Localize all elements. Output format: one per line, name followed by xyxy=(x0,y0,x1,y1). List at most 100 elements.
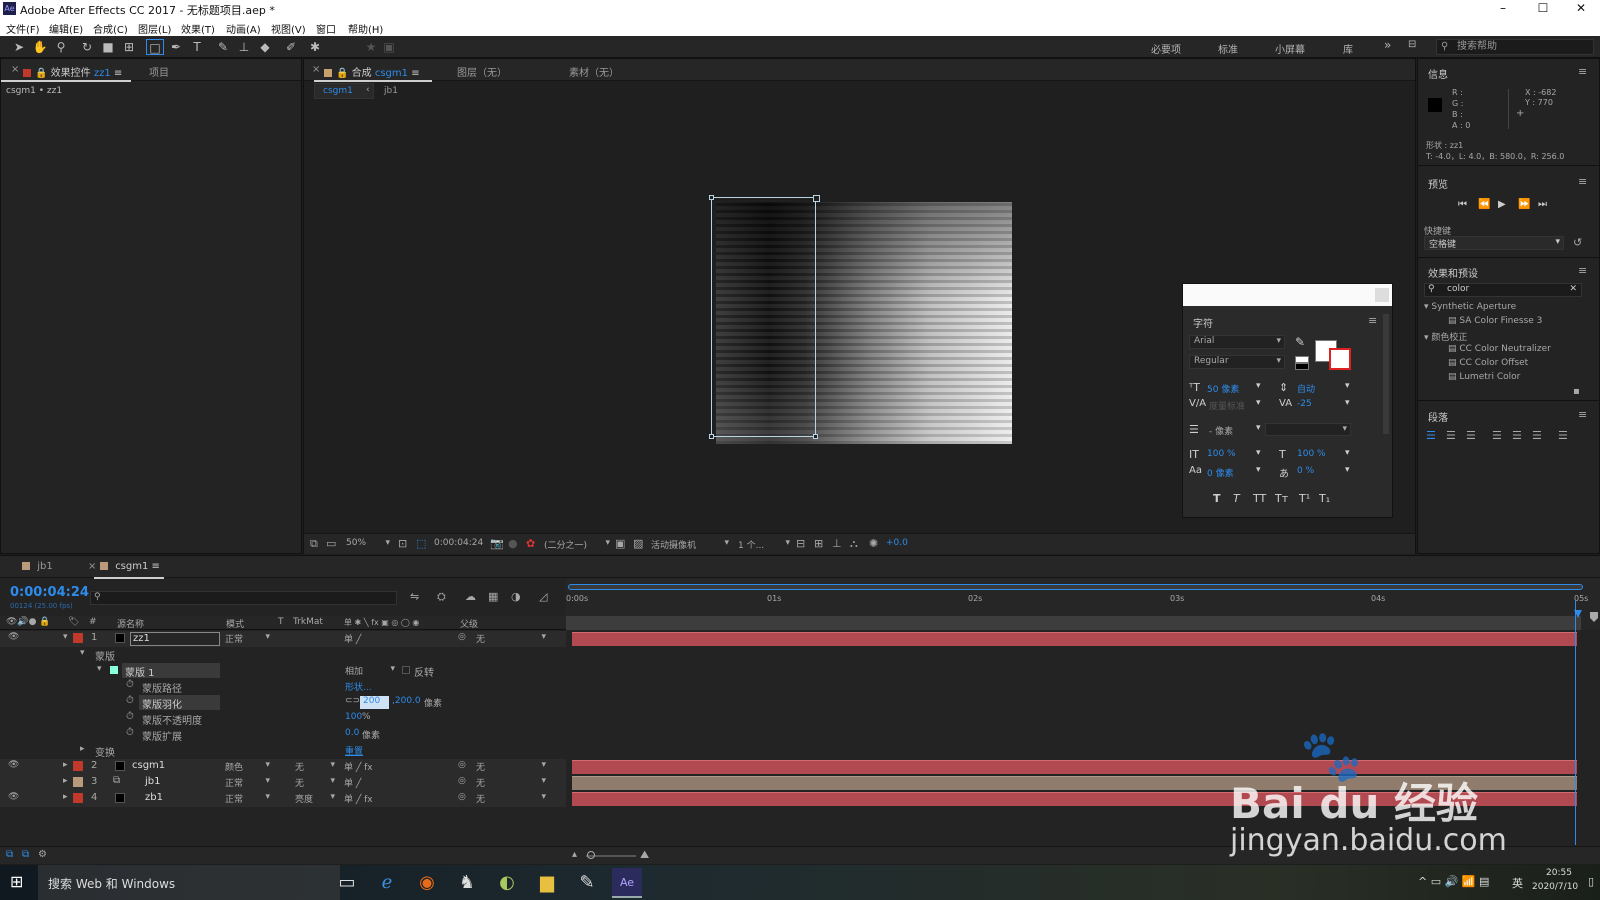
menu-effect[interactable]: 效果(T) xyxy=(181,21,215,36)
more-workspaces-icon[interactable]: » xyxy=(1384,38,1391,52)
shortcut-dropdown[interactable]: 空格键 ▾ xyxy=(1424,236,1564,250)
align-center-icon[interactable]: ☰ xyxy=(1446,429,1456,442)
blend-mode-dropdown[interactable]: 正常 ▾ xyxy=(225,792,270,806)
label-color-swatch[interactable] xyxy=(73,633,83,643)
preview-menu-icon[interactable]: ≡ xyxy=(1578,175,1587,188)
mask-handle[interactable] xyxy=(709,434,714,439)
app-icon[interactable]: ◐ xyxy=(492,868,522,898)
chevron-down-icon[interactable]: ▾ xyxy=(1256,448,1261,458)
transform-reset-link[interactable]: 重置 xyxy=(345,744,363,757)
paragraph-menu-icon[interactable]: ≡ xyxy=(1578,408,1587,421)
superscript-button[interactable]: T¹ xyxy=(1299,492,1310,505)
puppet-tool-icon[interactable]: ✱ xyxy=(306,39,324,55)
effects-search-input[interactable]: ⚲ color ✕ xyxy=(1424,283,1582,297)
property-row[interactable]: ⏱ 蒙版路径 形状... xyxy=(0,679,566,695)
white-swatch[interactable] xyxy=(1295,356,1309,363)
justify-right-icon[interactable]: ☰ xyxy=(1532,429,1542,442)
character-menu-icon[interactable]: ≡ xyxy=(1368,314,1377,327)
parent-dropdown[interactable]: 无 ▾ xyxy=(476,632,546,646)
chevron-down-icon[interactable]: ▾ xyxy=(1256,423,1261,433)
property-row[interactable]: ⏱ 蒙版羽化 ⊂⊃ 200 ,200.0 像素 xyxy=(0,695,566,711)
work-area-bar[interactable] xyxy=(568,584,1583,590)
first-frame-icon[interactable]: ⏮ xyxy=(1458,199,1467,210)
chevron-down-icon[interactable]: ▾ xyxy=(1256,381,1261,391)
pickwhip-icon[interactable]: ◎ xyxy=(458,632,466,642)
font-size-value[interactable]: 50 像素 xyxy=(1207,382,1239,395)
layer-duration-bar[interactable] xyxy=(572,776,1577,790)
mask-handle[interactable] xyxy=(813,434,818,439)
menu-composition[interactable]: 合成(C) xyxy=(93,21,128,36)
layer-row[interactable]: 👁 ▸ 2 csgm1 颜色 ▾ 无 ▾ 单 ╱ fx ◎ 无 ▾ xyxy=(0,759,566,775)
camera-dropdown[interactable]: 活动摄像机 ▾ xyxy=(651,538,729,551)
horizontal-scale-value[interactable]: 100 % xyxy=(1297,449,1326,459)
motion-blur-icon[interactable]: ◑ xyxy=(511,590,521,603)
parent-dropdown[interactable]: 无 ▾ xyxy=(476,792,546,806)
property-row[interactable]: ▾ 蒙版 xyxy=(0,647,566,663)
roto-brush-tool-icon[interactable]: ✐ xyxy=(282,39,300,55)
panel-menu-icon[interactable]: ≡ xyxy=(114,68,122,79)
close-button[interactable]: ✕ xyxy=(1566,1,1596,15)
graph-editor-icon[interactable]: ◿ xyxy=(539,590,547,603)
workspace-standard[interactable]: 标准 xyxy=(1218,41,1238,56)
pen-tool-icon[interactable]: ✒ xyxy=(167,39,185,55)
new-preset-icon[interactable]: ▪ xyxy=(1573,386,1580,397)
effects-group[interactable]: ▾ Synthetic Aperture xyxy=(1424,302,1516,312)
expand-arrow-icon[interactable]: ▾ xyxy=(97,664,102,674)
layer-name[interactable]: zb1 xyxy=(145,792,163,803)
always-preview-icon[interactable]: ⧉ xyxy=(310,537,318,551)
kerning-value[interactable]: 度量标准 xyxy=(1209,399,1245,412)
mask-expansion-value[interactable]: 0.0 xyxy=(345,728,359,738)
baseline-value[interactable]: 0 像素 xyxy=(1207,466,1234,479)
comp-marker-bin-icon[interactable] xyxy=(1590,612,1598,622)
trkmat-dropdown[interactable]: 无 ▾ xyxy=(295,760,335,774)
timeline-timecode[interactable]: 0:00:04:24 xyxy=(10,585,89,600)
layer-name-field[interactable]: zz1 xyxy=(130,632,220,646)
visibility-eye-icon[interactable]: 👁 xyxy=(8,792,19,802)
chevron-down-icon[interactable]: ▾ xyxy=(1345,448,1350,458)
mask-selection-box[interactable] xyxy=(711,197,816,437)
label-color-swatch[interactable] xyxy=(73,777,83,787)
menu-animation[interactable]: 动画(A) xyxy=(226,21,261,36)
reset-icon[interactable]: ↺ xyxy=(1573,236,1582,249)
all-caps-button[interactable]: TT xyxy=(1253,492,1266,505)
app-icon[interactable]: ♞ xyxy=(452,868,482,898)
justify-center-icon[interactable]: ☰ xyxy=(1512,429,1522,442)
close-float-icon[interactable] xyxy=(1375,288,1389,302)
toggle-pixel-icon[interactable]: ⊟ xyxy=(796,537,805,550)
mask-name[interactable]: 蒙版 1 xyxy=(122,663,220,679)
align-left-icon[interactable]: ☰ xyxy=(1426,429,1436,442)
comp-mini-flowchart-icon[interactable]: ⇋ xyxy=(410,590,419,603)
maximize-button[interactable]: ☐ xyxy=(1528,1,1558,15)
collapse-arrow-icon[interactable]: ▸ xyxy=(80,744,85,754)
show-snapshot-icon[interactable]: ● xyxy=(508,537,518,550)
stroke-order-dropdown[interactable]: ▾ xyxy=(1265,423,1351,436)
effects-item[interactable]: ▤ Lumetri Color xyxy=(1448,372,1520,382)
layer-duration-bar[interactable] xyxy=(572,792,1577,806)
link-icon[interactable]: ⊂⊃ xyxy=(345,696,360,706)
workspace-small-screen[interactable]: 小屏幕 xyxy=(1275,41,1305,56)
effects-item[interactable]: ▤ SA Color Finesse 3 xyxy=(1448,316,1542,326)
hand-tool-icon[interactable]: ✋ xyxy=(31,39,49,55)
small-caps-button[interactable]: Tт xyxy=(1275,492,1288,505)
mask-feather-x-input[interactable]: 200 xyxy=(360,696,389,709)
tab-timeline-csgm1[interactable]: csgm1 ≡ xyxy=(100,561,160,572)
property-row[interactable]: ⏱ 蒙版不透明度 100 % xyxy=(0,711,566,727)
workspace-libraries[interactable]: 库 xyxy=(1343,41,1353,56)
switches-fx-icon[interactable]: 单 ╱ fx xyxy=(344,760,373,773)
snapshot-camera-icon[interactable]: 📷 xyxy=(490,537,504,550)
transparency-grid-icon[interactable]: ▨ xyxy=(633,537,643,550)
expand-arrow-icon[interactable]: ▾ xyxy=(63,632,68,642)
roi-icon[interactable]: ▣ xyxy=(615,537,625,550)
faux-bold-button[interactable]: T xyxy=(1213,492,1221,505)
menu-layer[interactable]: 图层(L) xyxy=(138,21,171,36)
toggle-modes-icon[interactable]: ⧉ xyxy=(22,849,29,860)
tab-footage[interactable]: 素材（无） xyxy=(569,64,619,79)
workspace-essentials[interactable]: 必要项 xyxy=(1151,41,1181,56)
property-row[interactable]: ▾ 蒙版 1 相加 ▾ 反转 xyxy=(0,663,566,679)
taskbar-search-box[interactable]: 搜索 Web 和 Windows xyxy=(38,865,340,900)
exposure-value[interactable]: +0.0 xyxy=(886,538,908,548)
collapse-arrow-icon[interactable]: ▸ xyxy=(63,776,68,786)
tab-project[interactable]: 项目 xyxy=(149,64,169,79)
leading-value[interactable]: 自动 xyxy=(1297,382,1315,395)
tray-icons[interactable]: ^ ▭ 🔊 📶 ▤ xyxy=(1418,875,1489,888)
